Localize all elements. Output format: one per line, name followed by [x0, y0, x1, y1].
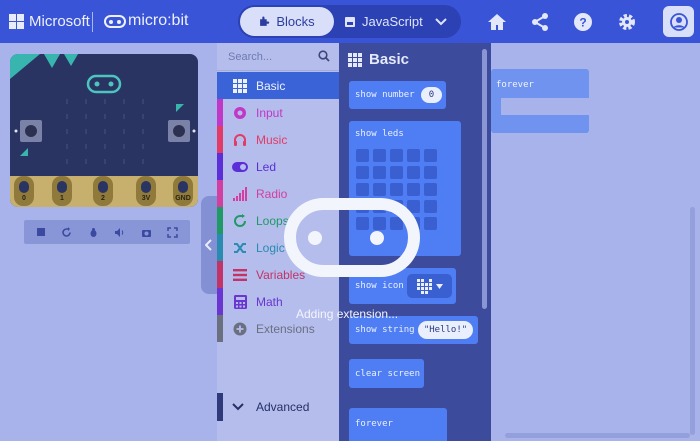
flyout-scrollbar[interactable] — [482, 49, 487, 309]
stop-icon[interactable] — [36, 227, 46, 237]
category-music[interactable]: Music — [217, 126, 339, 153]
microbit-brand[interactable]: micro:bit — [128, 12, 188, 30]
microbit-simulator[interactable]: 0 1 2 3V GND — [10, 54, 198, 207]
headphones-icon — [232, 133, 248, 147]
block-forever-label: forever — [355, 419, 393, 429]
block-show-icon-label: show icon — [355, 281, 404, 291]
grid-icon — [232, 78, 248, 93]
toolbox-search[interactable]: Search... — [217, 43, 339, 71]
screenshot-icon[interactable] — [141, 227, 152, 238]
puzzle-icon — [260, 16, 270, 26]
category-music-label: Music — [256, 132, 288, 147]
loading-message: Adding extension... — [296, 307, 399, 321]
category-math-label: Math — [256, 294, 283, 309]
dropdown-arrow-icon — [436, 283, 443, 289]
help-icon[interactable]: ? — [572, 11, 594, 33]
category-loops-label: Loops — [256, 213, 289, 228]
top-header: Microsoft micro:bit Blocks JavaScript ? — [0, 0, 700, 43]
plus-circle-icon — [232, 322, 248, 336]
collapse-simulator-button[interactable] — [201, 196, 217, 294]
mute-icon[interactable] — [114, 227, 125, 238]
fullscreen-icon[interactable] — [167, 226, 178, 238]
pin-gnd-label: GND — [175, 195, 191, 202]
home-icon[interactable] — [486, 11, 508, 33]
category-input[interactable]: Input — [217, 99, 339, 126]
settings-icon[interactable] — [616, 11, 638, 33]
icon-picker-dropdown[interactable] — [407, 274, 452, 298]
block-show-leds-label: show leds — [355, 129, 404, 139]
board-graphic: 0 1 2 3V GND — [10, 54, 198, 207]
category-extensions-label: Extensions — [256, 321, 315, 336]
toggle-icon — [232, 160, 248, 174]
share-icon[interactable] — [529, 11, 551, 33]
microbit-logo-icon[interactable] — [104, 15, 126, 28]
category-basic-label: Basic — [256, 78, 286, 93]
block-clear-screen[interactable]: clear screen — [349, 359, 424, 388]
chevron-left-icon — [205, 239, 212, 251]
grid-icon — [348, 52, 362, 67]
signal-bars-icon — [232, 186, 248, 201]
workspace-forever-label: forever — [496, 80, 534, 90]
heart-icon — [417, 278, 432, 294]
search-icon[interactable] — [318, 50, 330, 62]
workspace-forever-bottom — [491, 115, 589, 133]
loop-icon — [232, 213, 248, 228]
tab-blocks[interactable]: Blocks — [240, 7, 334, 36]
restart-icon[interactable] — [61, 226, 72, 238]
input-icon — [232, 106, 248, 120]
header-divider — [92, 12, 93, 32]
tab-javascript-label: JavaScript — [362, 14, 423, 29]
category-basic[interactable]: Basic — [217, 72, 339, 99]
category-radio-label: Radio — [256, 186, 288, 201]
flyout-title: Basic — [348, 51, 409, 68]
pin-0-label: 0 — [22, 195, 26, 202]
debug-icon[interactable] — [88, 227, 99, 238]
flyout-title-label: Basic — [369, 51, 410, 68]
loader-dot-right — [370, 231, 384, 245]
pin-1-label: 1 — [60, 195, 64, 202]
category-advanced[interactable]: Advanced — [217, 393, 339, 421]
tab-blocks-label: Blocks — [276, 14, 315, 29]
editor-mode-toggle: Blocks JavaScript — [238, 5, 461, 38]
block-show-number-label: show number — [355, 90, 415, 100]
block-clear-screen-label: clear screen — [355, 369, 421, 379]
workspace-horizontal-scrollbar[interactable] — [505, 433, 690, 438]
loader-dot-left — [308, 231, 322, 245]
block-forever[interactable]: forever — [349, 408, 447, 441]
category-logic-label: Logic — [256, 240, 285, 255]
code-file-icon — [345, 16, 355, 27]
account-icon — [669, 12, 688, 31]
search-input[interactable]: Search... — [228, 51, 272, 63]
pin-3v-label: 3V — [142, 195, 151, 202]
category-advanced-label: Advanced — [256, 400, 310, 414]
tab-javascript[interactable]: JavaScript — [344, 7, 430, 36]
show-string-value[interactable]: "Hello!" — [418, 321, 473, 339]
list-icon — [232, 268, 248, 282]
block-show-string-label: show string — [355, 325, 415, 335]
category-led-label: Led — [256, 159, 277, 174]
workspace-forever-arm — [491, 98, 501, 115]
simulator-controls — [24, 220, 190, 244]
show-number-value[interactable]: 0 — [421, 87, 442, 103]
account-button[interactable] — [663, 6, 694, 37]
chevron-down-icon[interactable] — [433, 13, 449, 29]
category-input-label: Input — [256, 105, 283, 120]
svg-text:?: ? — [579, 16, 586, 30]
pin-2-label: 2 — [101, 195, 105, 202]
workspace-vertical-scrollbar[interactable] — [690, 207, 695, 435]
calculator-icon — [232, 294, 248, 309]
block-show-number[interactable]: show number 0 — [349, 81, 446, 109]
category-variables-label: Variables — [256, 267, 306, 282]
chevron-down-icon — [232, 403, 248, 411]
microsoft-brand[interactable]: Microsoft — [29, 13, 90, 30]
microsoft-logo-icon[interactable] — [9, 14, 24, 29]
category-led[interactable]: Led — [217, 153, 339, 180]
shuffle-icon — [232, 241, 248, 255]
loading-spinner-icon — [284, 198, 420, 277]
